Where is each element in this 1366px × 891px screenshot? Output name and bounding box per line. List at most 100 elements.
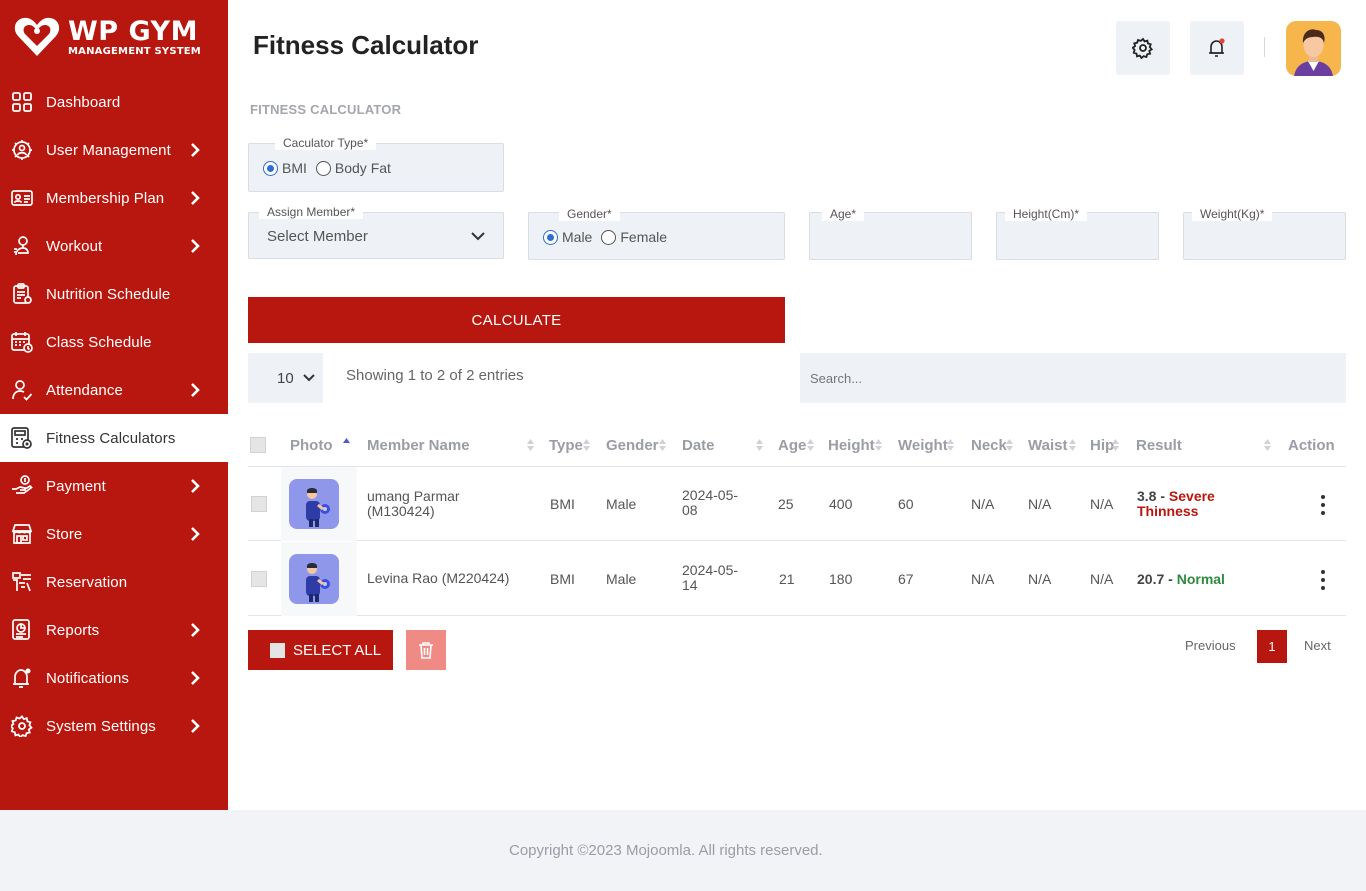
column-header-gender[interactable]: Gender [606, 437, 659, 454]
assign-member-select[interactable]: Assign Member* Select Member [248, 205, 504, 259]
column-header-result[interactable]: Result [1136, 437, 1182, 454]
settings-button[interactable] [1116, 21, 1170, 75]
column-header-type[interactable]: Type [549, 437, 583, 454]
table-row: Levina Rao (M220424) BMI Male 2024-05- 1… [248, 542, 1346, 616]
sidebar-item-system-settings[interactable]: System Settings [0, 702, 228, 750]
sidebar-item-label: System Settings [46, 717, 156, 735]
sidebar-item-payment[interactable]: Payment [0, 462, 228, 510]
age-field[interactable]: Age* [809, 207, 972, 260]
sort-asc-icon [343, 438, 350, 443]
date-line1: 2024-05- [682, 487, 739, 503]
sidebar-item-workout[interactable]: Workout [0, 222, 228, 270]
sort-icon [659, 439, 666, 451]
height-field[interactable]: Height(Cm)* [996, 207, 1159, 260]
weight-field[interactable]: Weight(Kg)* [1183, 207, 1346, 260]
female-radio[interactable] [601, 229, 617, 245]
chevron-right-icon [191, 479, 200, 493]
weight-cell: 60 [898, 496, 914, 512]
page-length-value: 10 [277, 369, 294, 387]
avatar[interactable] [1286, 21, 1341, 76]
sort-icon [807, 439, 814, 451]
gender-cell: Male [606, 496, 637, 512]
more-vertical-icon[interactable] [1321, 495, 1325, 515]
age-cell: 21 [779, 571, 795, 587]
page-length-select[interactable]: 10 [248, 353, 323, 403]
sidebar-item-label: Nutrition Schedule [46, 285, 171, 303]
sidebar-item-reports[interactable]: Reports [0, 606, 228, 654]
date-line1: 2024-05- [682, 562, 739, 578]
result-label-line2: Thinness [1137, 503, 1199, 519]
calculator-icon [11, 427, 33, 449]
copyright-text: Copyright ©2023 Mojoomla. All rights res… [509, 842, 823, 859]
sidebar-item-label: Store [46, 525, 83, 543]
sidebar-item-nutrition-schedule[interactable]: Nutrition Schedule [0, 270, 228, 318]
waist-cell: N/A [1028, 496, 1052, 512]
id-card-icon [11, 187, 33, 209]
section-label: FITNESS CALCULATOR [250, 102, 402, 117]
page-title: Fitness Calculator [253, 30, 479, 60]
age-cell: 25 [778, 496, 794, 512]
sidebar-item-notifications[interactable]: Notifications [0, 654, 228, 702]
delete-button[interactable] [406, 630, 446, 670]
row-checkbox[interactable] [251, 496, 267, 512]
bmi-radio[interactable] [263, 160, 278, 176]
bmi-label: BMI [282, 160, 307, 176]
row-checkbox[interactable] [251, 571, 267, 587]
calculate-button[interactable]: CALCULATE [248, 297, 785, 343]
chevron-right-icon [191, 527, 200, 541]
clipboard-icon [11, 283, 33, 305]
sidebar-item-user-management[interactable]: User Management [0, 126, 228, 174]
sidebar-item-fitness-calculators[interactable]: Fitness Calculators [0, 414, 228, 462]
sidebar-item-attendance[interactable]: Attendance [0, 366, 228, 414]
header-divider [1264, 37, 1265, 57]
column-header-age[interactable]: Age [778, 437, 806, 454]
search-input[interactable] [800, 353, 1346, 403]
pagination-next[interactable]: Next [1304, 638, 1331, 653]
sidebar-item-label: Class Schedule [46, 333, 152, 351]
column-header-member-name[interactable]: Member Name [367, 437, 470, 454]
workout-icon [11, 235, 33, 257]
bell-icon [11, 667, 33, 689]
column-header-hip[interactable]: Hip [1090, 437, 1114, 454]
column-header-weight[interactable]: Weight [898, 437, 948, 454]
chevron-down-icon [471, 232, 485, 241]
sidebar-item-label: Fitness Calculators [46, 429, 176, 447]
sidebar-item-class-schedule[interactable]: Class Schedule [0, 318, 228, 366]
column-header-photo[interactable]: Photo [290, 437, 333, 454]
select-all-checkbox [270, 642, 285, 658]
select-all-button[interactable]: SELECT ALL [248, 630, 393, 670]
select-all-header-checkbox[interactable] [250, 437, 266, 453]
chevron-right-icon [191, 191, 200, 205]
more-vertical-icon[interactable] [1321, 570, 1325, 590]
member-name-line1: Levina Rao (M220424) [367, 570, 510, 586]
member-photo[interactable] [289, 554, 339, 604]
body-fat-radio[interactable] [315, 160, 331, 176]
sidebar-item-store[interactable]: Store [0, 510, 228, 558]
gender-group: Gender* Male Female [528, 207, 785, 260]
member-photo[interactable] [289, 479, 339, 529]
column-header-action: Action [1288, 437, 1335, 454]
bell-icon [1209, 38, 1225, 57]
chevron-right-icon [191, 383, 200, 397]
pagination-previous[interactable]: Previous [1185, 638, 1236, 653]
column-header-height[interactable]: Height [828, 437, 875, 454]
sidebar-item-membership-plan[interactable]: Membership Plan [0, 174, 228, 222]
chevron-right-icon [191, 623, 200, 637]
column-header-date[interactable]: Date [682, 437, 715, 454]
result-value: 3.8 - [1137, 488, 1166, 504]
male-radio[interactable] [543, 229, 558, 245]
assign-member-value: Select Member [267, 228, 368, 245]
sidebar-item-label: Payment [46, 477, 106, 495]
column-header-neck[interactable]: Neck [971, 437, 1007, 454]
sidebar-item-reservation[interactable]: Reservation [0, 558, 228, 606]
notifications-button[interactable] [1190, 21, 1244, 75]
pagination-page-1[interactable]: 1 [1257, 630, 1287, 663]
column-header-waist[interactable]: Waist [1028, 437, 1067, 454]
date-line2: 14 [682, 577, 698, 593]
brand-logo[interactable]: WP GYM MANAGEMENT SYSTEM [12, 12, 222, 62]
member-name-line1: umang Parmar [367, 488, 460, 504]
sort-icon [756, 439, 763, 451]
sidebar-item-dashboard[interactable]: Dashboard [0, 78, 228, 126]
calculator-type-group: Caculator Type* BMI Body Fat [248, 136, 504, 192]
neck-cell: N/A [971, 496, 995, 512]
